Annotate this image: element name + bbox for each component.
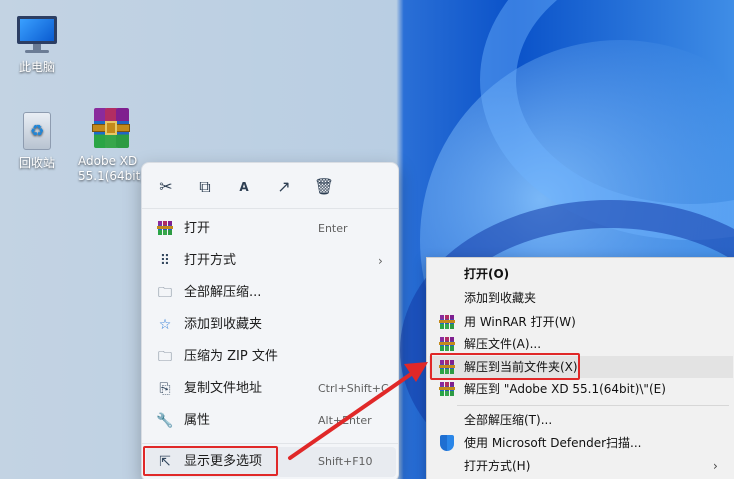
desktop-icon-rar-file[interactable]: Adobe XD 55.1(64bit): [74, 106, 148, 184]
menu-item-open[interactable]: 打开 Enter: [146, 214, 396, 244]
copy-icon[interactable]: ⧉: [193, 175, 217, 199]
winrar-archive-icon: [89, 106, 133, 150]
winrar-icon: [439, 336, 455, 352]
chevron-right-icon: ›: [378, 254, 383, 268]
delete-icon[interactable]: 🗑: [312, 175, 336, 199]
menu-item-extract-all[interactable]: 🗀 全部解压缩...: [146, 278, 396, 308]
winrar-icon: [439, 314, 455, 330]
winrar-icon: [156, 220, 174, 238]
highlight-box-extract-here: [430, 353, 580, 380]
highlight-box-show-more: [143, 446, 278, 476]
chevron-right-icon: ›: [713, 459, 718, 473]
recycle-bin-icon: ♻: [15, 108, 59, 152]
context-toolbar: ✂ ⧉ A ↗ 🗑: [142, 163, 398, 209]
open-with-icon: ⠿: [159, 253, 171, 269]
desktop-icon-label: Adobe XD 55.1(64bit): [78, 154, 146, 183]
zip-folder-icon: 🗀: [158, 349, 172, 365]
menu-item-open-with[interactable]: 打开方式(H) ›: [429, 455, 733, 477]
menu-item-compress-zip[interactable]: 🗀 压缩为 ZIP 文件: [146, 342, 396, 372]
desktop-icon-label: 回收站: [18, 156, 55, 170]
menu-separator: [142, 443, 398, 444]
defender-shield-icon: [439, 435, 455, 451]
wrench-icon: 🔧: [156, 413, 174, 429]
folder-extract-icon: 🗀: [158, 285, 172, 301]
desktop-icon-label: 此电脑: [18, 60, 55, 74]
menu-item-properties[interactable]: 🔧 属性 Alt+Enter: [146, 406, 396, 436]
menu-item-add-favorites[interactable]: 添加到收藏夹: [429, 287, 733, 309]
cut-icon[interactable]: ✂: [154, 175, 178, 199]
menu-item-extract-all[interactable]: 全部解压缩(T)...: [429, 409, 733, 431]
menu-item-defender-scan[interactable]: 使用 Microsoft Defender扫描...: [429, 432, 733, 454]
menu-item-add-favorites[interactable]: ☆ 添加到收藏夹: [146, 310, 396, 340]
share-icon[interactable]: ↗: [272, 175, 296, 199]
menu-item-open[interactable]: 打开(O): [429, 263, 733, 285]
desktop-icon-recycle-bin[interactable]: ♻ 回收站: [2, 108, 72, 171]
desktop-icon-this-pc[interactable]: 此电脑: [2, 12, 72, 75]
menu-item-open-winrar[interactable]: 用 WinRAR 打开(W): [429, 311, 733, 333]
menu-item-open-with[interactable]: ⠿ 打开方式 ›: [146, 246, 396, 276]
menu-item-copy-path[interactable]: ⎘ 复制文件地址 Ctrl+Shift+C: [146, 374, 396, 404]
menu-item-extract-to-folder[interactable]: 解压到 "Adobe XD 55.1(64bit)\"(E): [429, 378, 733, 400]
copy-path-icon: ⎘: [159, 381, 171, 397]
modern-context-menu: ✂ ⧉ A ↗ 🗑 打开 Enter ⠿ 打开方式 › 🗀 全部解压缩... ☆…: [141, 162, 399, 479]
star-icon: ☆: [158, 317, 172, 333]
monitor-icon: [15, 12, 59, 56]
rename-icon[interactable]: A: [232, 175, 256, 199]
menu-separator: [457, 405, 729, 406]
menu-item-extract-files[interactable]: 解压文件(A)...: [429, 333, 733, 355]
winrar-icon: [439, 381, 455, 397]
